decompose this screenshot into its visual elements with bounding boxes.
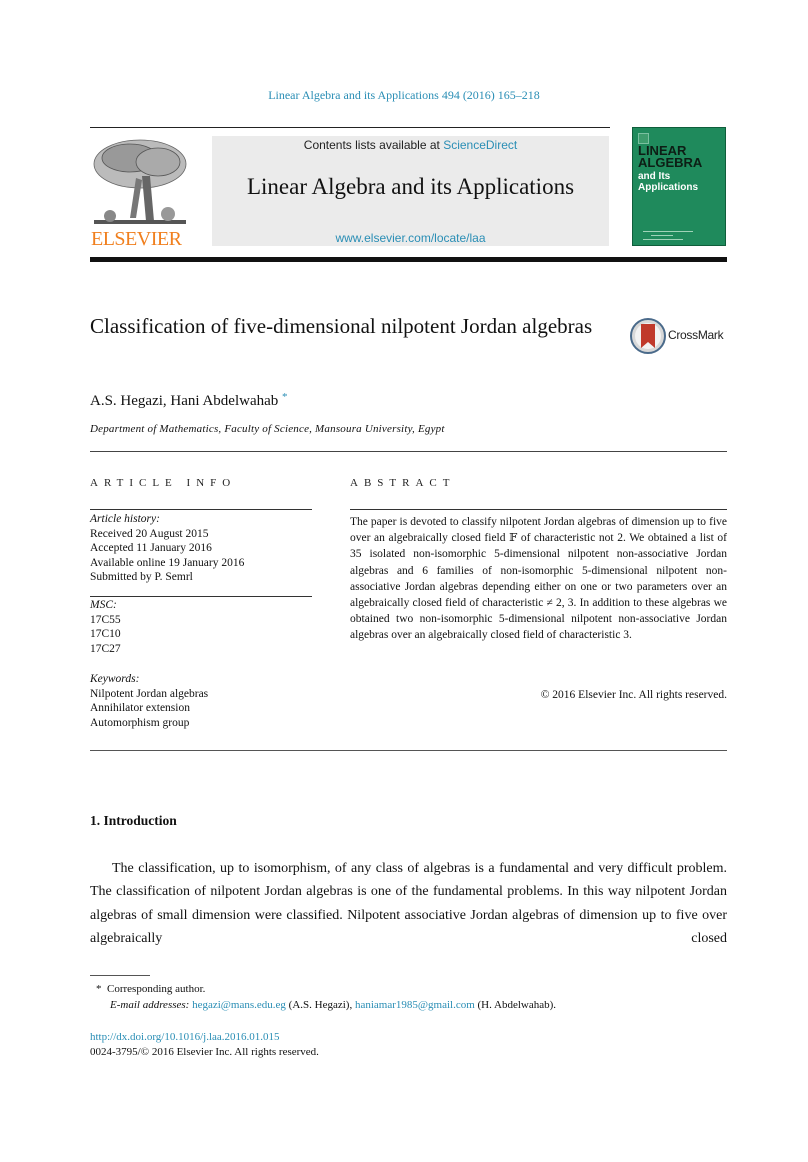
msc-codes: MSC: 17C55 17C10 17C27	[90, 598, 121, 656]
affiliation: Department of Mathematics, Faculty of Sc…	[90, 423, 445, 435]
cover-subtitle-line2: Applications	[638, 182, 699, 193]
msc-code: 17C55	[90, 613, 121, 626]
masthead-rule	[90, 257, 727, 262]
email-label: E-mail addresses:	[110, 999, 190, 1011]
divider	[350, 509, 727, 510]
history-item: Available online 19 January 2016	[90, 556, 245, 569]
sciencedirect-link[interactable]: ScienceDirect	[443, 138, 517, 152]
introduction-body: The classification, up to isomorphism, o…	[90, 857, 727, 950]
abstract-heading: ABSTRACT	[350, 477, 456, 489]
msc-code: 17C10	[90, 628, 121, 640]
contents-line: Contents lists available at ScienceDirec…	[212, 138, 609, 152]
crossmark-label: CrossMark	[668, 328, 724, 342]
msc-code: 17C27	[90, 642, 121, 655]
cover-footer-line	[651, 235, 673, 236]
cover-title-line2: ALGEBRA	[638, 155, 703, 170]
section-heading: 1. Introduction	[90, 813, 177, 828]
cover-title: LINEAR ALGEBRA	[638, 144, 703, 170]
article-title: Classification of five-dimensional nilpo…	[90, 314, 593, 338]
footnote-text: Corresponding author.	[107, 983, 206, 995]
history-item: Submitted by P. Semrl	[90, 571, 193, 583]
cover-footer-line	[643, 231, 693, 232]
email-link-hegazi[interactable]: hegazi@mans.edu.eg	[192, 999, 286, 1011]
footnote-rule	[90, 975, 150, 976]
journal-title: Linear Algebra and its Applications	[246, 174, 575, 199]
article-history: Article history: Received 20 August 2015…	[90, 512, 244, 585]
divider	[90, 451, 727, 452]
journal-cover[interactable]: LINEAR ALGEBRA and Its Applications	[632, 127, 726, 246]
history-item: Accepted 11 January 2016	[90, 542, 212, 554]
history-item: Received 20 August 2015	[90, 527, 209, 540]
email-owner: (H. Abdelwahab).	[474, 999, 557, 1011]
keywords-label: Keywords:	[90, 673, 140, 685]
author-list: A.S. Hegazi, Hani Abdelwahab *	[90, 391, 288, 410]
keyword: Automorphism group	[90, 716, 190, 729]
elsevier-wordmark[interactable]: ELSEVIER	[91, 228, 182, 251]
divider	[90, 596, 312, 597]
email-owner: (A.S. Hegazi),	[285, 999, 355, 1011]
contents-prefix: Contents lists available at	[303, 138, 444, 152]
running-head[interactable]: Linear Algebra and its Applications 494 …	[0, 88, 808, 103]
cover-footer-line	[643, 239, 683, 240]
journal-url-link[interactable]: www.elsevier.com/locate/laa	[212, 231, 609, 245]
footnote-emails: E-mail addresses: hegazi@mans.edu.eg (A.…	[110, 999, 556, 1011]
cover-subtitle: and Its Applications	[638, 171, 698, 193]
keyword: Nilpotent Jordan algebras	[90, 687, 209, 700]
abstract-text: The paper is devoted to classify nilpote…	[350, 516, 727, 642]
footnote-corresponding: * Corresponding author.	[96, 983, 205, 995]
top-rule	[90, 127, 610, 128]
journal-masthead: Contents lists available at ScienceDirec…	[212, 136, 609, 246]
crossmark-icon	[630, 318, 666, 354]
divider	[90, 509, 312, 510]
abstract-copyright: © 2016 Elsevier Inc. All rights reserved…	[540, 689, 727, 701]
cover-subtitle-line1: and Its	[638, 171, 671, 182]
keyword: Annihilator extension	[90, 702, 190, 714]
keywords: Keywords: Nilpotent Jordan algebras Anni…	[90, 672, 208, 730]
article-info-heading: ARTICLE INFO	[90, 477, 237, 489]
crossmark-badge[interactable]: CrossMark	[630, 318, 740, 354]
history-label: Article history:	[90, 513, 160, 525]
msc-label: MSC:	[90, 599, 117, 611]
authors-names: A.S. Hegazi, Hani Abdelwahab	[90, 393, 279, 409]
divider	[90, 750, 727, 751]
doi-link[interactable]: http://dx.doi.org/10.1016/j.laa.2016.01.…	[90, 1031, 280, 1043]
email-link-abdelwahab[interactable]: haniamar1985@gmail.com	[355, 999, 475, 1011]
paragraph: The classification, up to isomorphism, o…	[90, 861, 727, 946]
footnote-marker: *	[96, 983, 102, 995]
corresponding-author-marker[interactable]: *	[282, 391, 288, 403]
issn-line: 0024-3795/© 2016 Elsevier Inc. All right…	[90, 1046, 319, 1058]
